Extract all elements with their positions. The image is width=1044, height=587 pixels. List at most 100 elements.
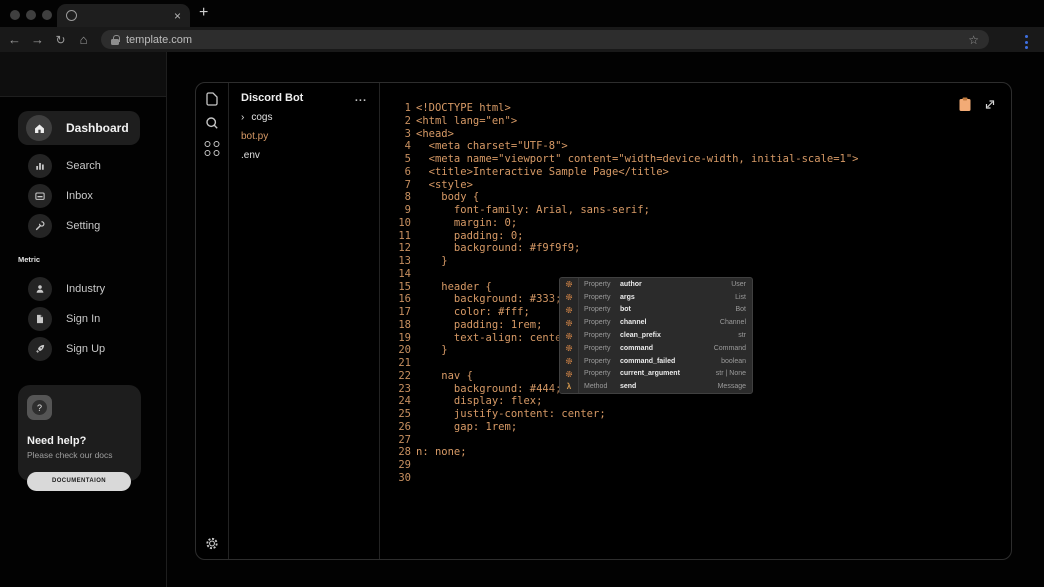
line-number: 2 <box>380 115 411 128</box>
autocomplete-type: List <box>735 294 746 301</box>
window-control-dot[interactable] <box>42 10 52 20</box>
expand-fullscreen-icon[interactable] <box>983 97 997 112</box>
autocomplete-type: boolean <box>721 358 746 365</box>
window-control-dot[interactable] <box>10 10 20 20</box>
code-line[interactable]: 3 <head> <box>380 128 1011 141</box>
bookmark-star-icon[interactable]: ☆ <box>968 33 979 47</box>
code-line[interactable]: 2 <html lang="en"> <box>380 115 1011 128</box>
apps-grid-icon[interactable] <box>205 141 220 156</box>
line-text: <head> <box>416 128 454 141</box>
url-field[interactable]: template.com ☆ <box>101 30 989 49</box>
line-number: 6 <box>380 166 411 179</box>
code-line[interactable]: 11 padding: 0; <box>380 230 1011 243</box>
tree-folder-cogs[interactable]: › cogs <box>241 112 367 123</box>
autocomplete-type: User <box>731 281 746 288</box>
browser-menu-icon[interactable] <box>1023 33 1030 51</box>
code-line[interactable]: 10 margin: 0; <box>380 217 1011 230</box>
code-line[interactable]: 29 <box>380 459 1011 472</box>
code-line[interactable]: 4 <meta charset="UTF-8"> <box>380 140 1011 153</box>
home-icon[interactable]: ⌂ <box>72 33 95 46</box>
tree-file-env[interactable]: .env <box>241 150 367 161</box>
sidebar-item-industry[interactable]: Industry <box>18 274 166 304</box>
autocomplete-popup: Property author User Property args List … <box>559 277 753 394</box>
sidebar-item-setting[interactable]: Setting <box>18 211 166 241</box>
project-menu-icon[interactable]: ... <box>355 96 367 100</box>
window-controls[interactable] <box>10 10 52 20</box>
code-line[interactable]: 28 n: none; <box>380 446 1011 459</box>
autocomplete-kind-label: Property <box>584 306 616 313</box>
line-number: 1 <box>380 102 411 115</box>
sidebar-item-sign-in[interactable]: Sign In <box>18 304 166 334</box>
question-glyph: ? <box>32 400 47 415</box>
document-icon <box>28 307 52 331</box>
file-icon[interactable] <box>204 91 220 107</box>
app-area: Dashboard Search Inbox <box>0 52 1044 587</box>
code-line[interactable]: 9 font-family: Arial, sans-serif; <box>380 204 1011 217</box>
autocomplete-row[interactable]: λ Method send Message <box>560 380 752 393</box>
autocomplete-row[interactable]: Property author User <box>560 278 752 291</box>
line-number: 17 <box>380 306 411 319</box>
window-control-dot[interactable] <box>26 10 36 20</box>
code-area[interactable]: 1 <!DOCTYPE html> 2 <html lang="en"> 3 <… <box>380 83 1011 559</box>
code-line[interactable]: 26 gap: 1rem; <box>380 421 1011 434</box>
url-text[interactable]: template.com <box>126 34 192 46</box>
autocomplete-kind-icon <box>560 342 579 355</box>
reload-icon[interactable]: ↻ <box>49 34 72 46</box>
sidebar-item-search[interactable]: Search <box>18 151 166 181</box>
code-line[interactable]: 1 <!DOCTYPE html> <box>380 102 1011 115</box>
line-number: 9 <box>380 204 411 217</box>
line-number: 30 <box>380 472 411 485</box>
project-title: Discord Bot <box>241 92 303 104</box>
line-text: <html lang="en"> <box>416 115 517 128</box>
copy-clipboard-icon[interactable] <box>958 97 972 112</box>
code-line[interactable]: 12 background: #f9f9f9; <box>380 242 1011 255</box>
documentation-button[interactable]: DOCUMENTAION <box>27 472 131 491</box>
line-number: 19 <box>380 332 411 345</box>
help-card: ? Need help? Please check our docs DOCUM… <box>18 385 141 481</box>
gear-icon[interactable] <box>205 536 220 551</box>
line-number: 4 <box>380 140 411 153</box>
line-text: background: #f9f9f9; <box>416 242 580 255</box>
browser-tab[interactable]: × <box>57 4 190 27</box>
autocomplete-row[interactable]: Property command Command <box>560 342 752 355</box>
autocomplete-row[interactable]: Property current_argument str | None <box>560 368 752 381</box>
line-text: <meta name="viewport" content="width=dev… <box>416 153 859 166</box>
tree-file-botpy[interactable]: bot.py <box>241 131 367 142</box>
new-tab-button[interactable]: + <box>199 4 208 22</box>
autocomplete-row[interactable]: Property channel Channel <box>560 316 752 329</box>
forward-icon[interactable]: → <box>26 33 49 46</box>
line-number: 23 <box>380 383 411 396</box>
back-icon[interactable]: ← <box>3 33 26 46</box>
autocomplete-row[interactable]: Property command_failed boolean <box>560 355 752 368</box>
bar-chart-icon <box>28 154 52 178</box>
tree-item-label: cogs <box>251 112 272 123</box>
browser-window: × + ← → ↻ ⌂ template.com ☆ Dashboard <box>0 0 1044 587</box>
code-line[interactable]: 27 <box>380 434 1011 447</box>
search-icon[interactable] <box>204 115 220 131</box>
code-line[interactable]: 6 <title>Interactive Sample Page</title> <box>380 166 1011 179</box>
help-subtitle: Please check our docs <box>27 450 132 460</box>
line-text: background: #444; <box>416 383 561 396</box>
sidebar-item-label: Dashboard <box>66 121 129 135</box>
autocomplete-row[interactable]: Property args List <box>560 291 752 304</box>
code-line[interactable]: 5 <meta name="viewport" content="width=d… <box>380 153 1011 166</box>
code-line[interactable]: 25 justify-content: center; <box>380 408 1011 421</box>
editor-actions <box>958 97 997 112</box>
help-title: Need help? <box>27 435 132 447</box>
code-line[interactable]: 13 } <box>380 255 1011 268</box>
autocomplete-row[interactable]: Property clean_prefix str <box>560 329 752 342</box>
code-editor-panel: Discord Bot ... › cogs bot.py .env <box>195 82 1012 560</box>
code-line[interactable]: 24 display: flex; <box>380 395 1011 408</box>
tree-item-label: bot.py <box>241 131 268 142</box>
code-line[interactable]: 30 <box>380 472 1011 485</box>
autocomplete-row[interactable]: Property bot Bot <box>560 304 752 317</box>
tab-close-icon[interactable]: × <box>174 10 181 22</box>
code-line[interactable]: 8 body { <box>380 191 1011 204</box>
line-text: } <box>416 255 448 268</box>
sidebar-item-inbox[interactable]: Inbox <box>18 181 166 211</box>
code-line[interactable]: 7 <style> <box>380 179 1011 192</box>
sidebar-item-sign-up[interactable]: Sign Up <box>18 334 166 364</box>
autocomplete-type: Message <box>718 383 746 390</box>
line-text: color: #fff; <box>416 306 530 319</box>
sidebar-item-dashboard[interactable]: Dashboard <box>18 111 140 145</box>
